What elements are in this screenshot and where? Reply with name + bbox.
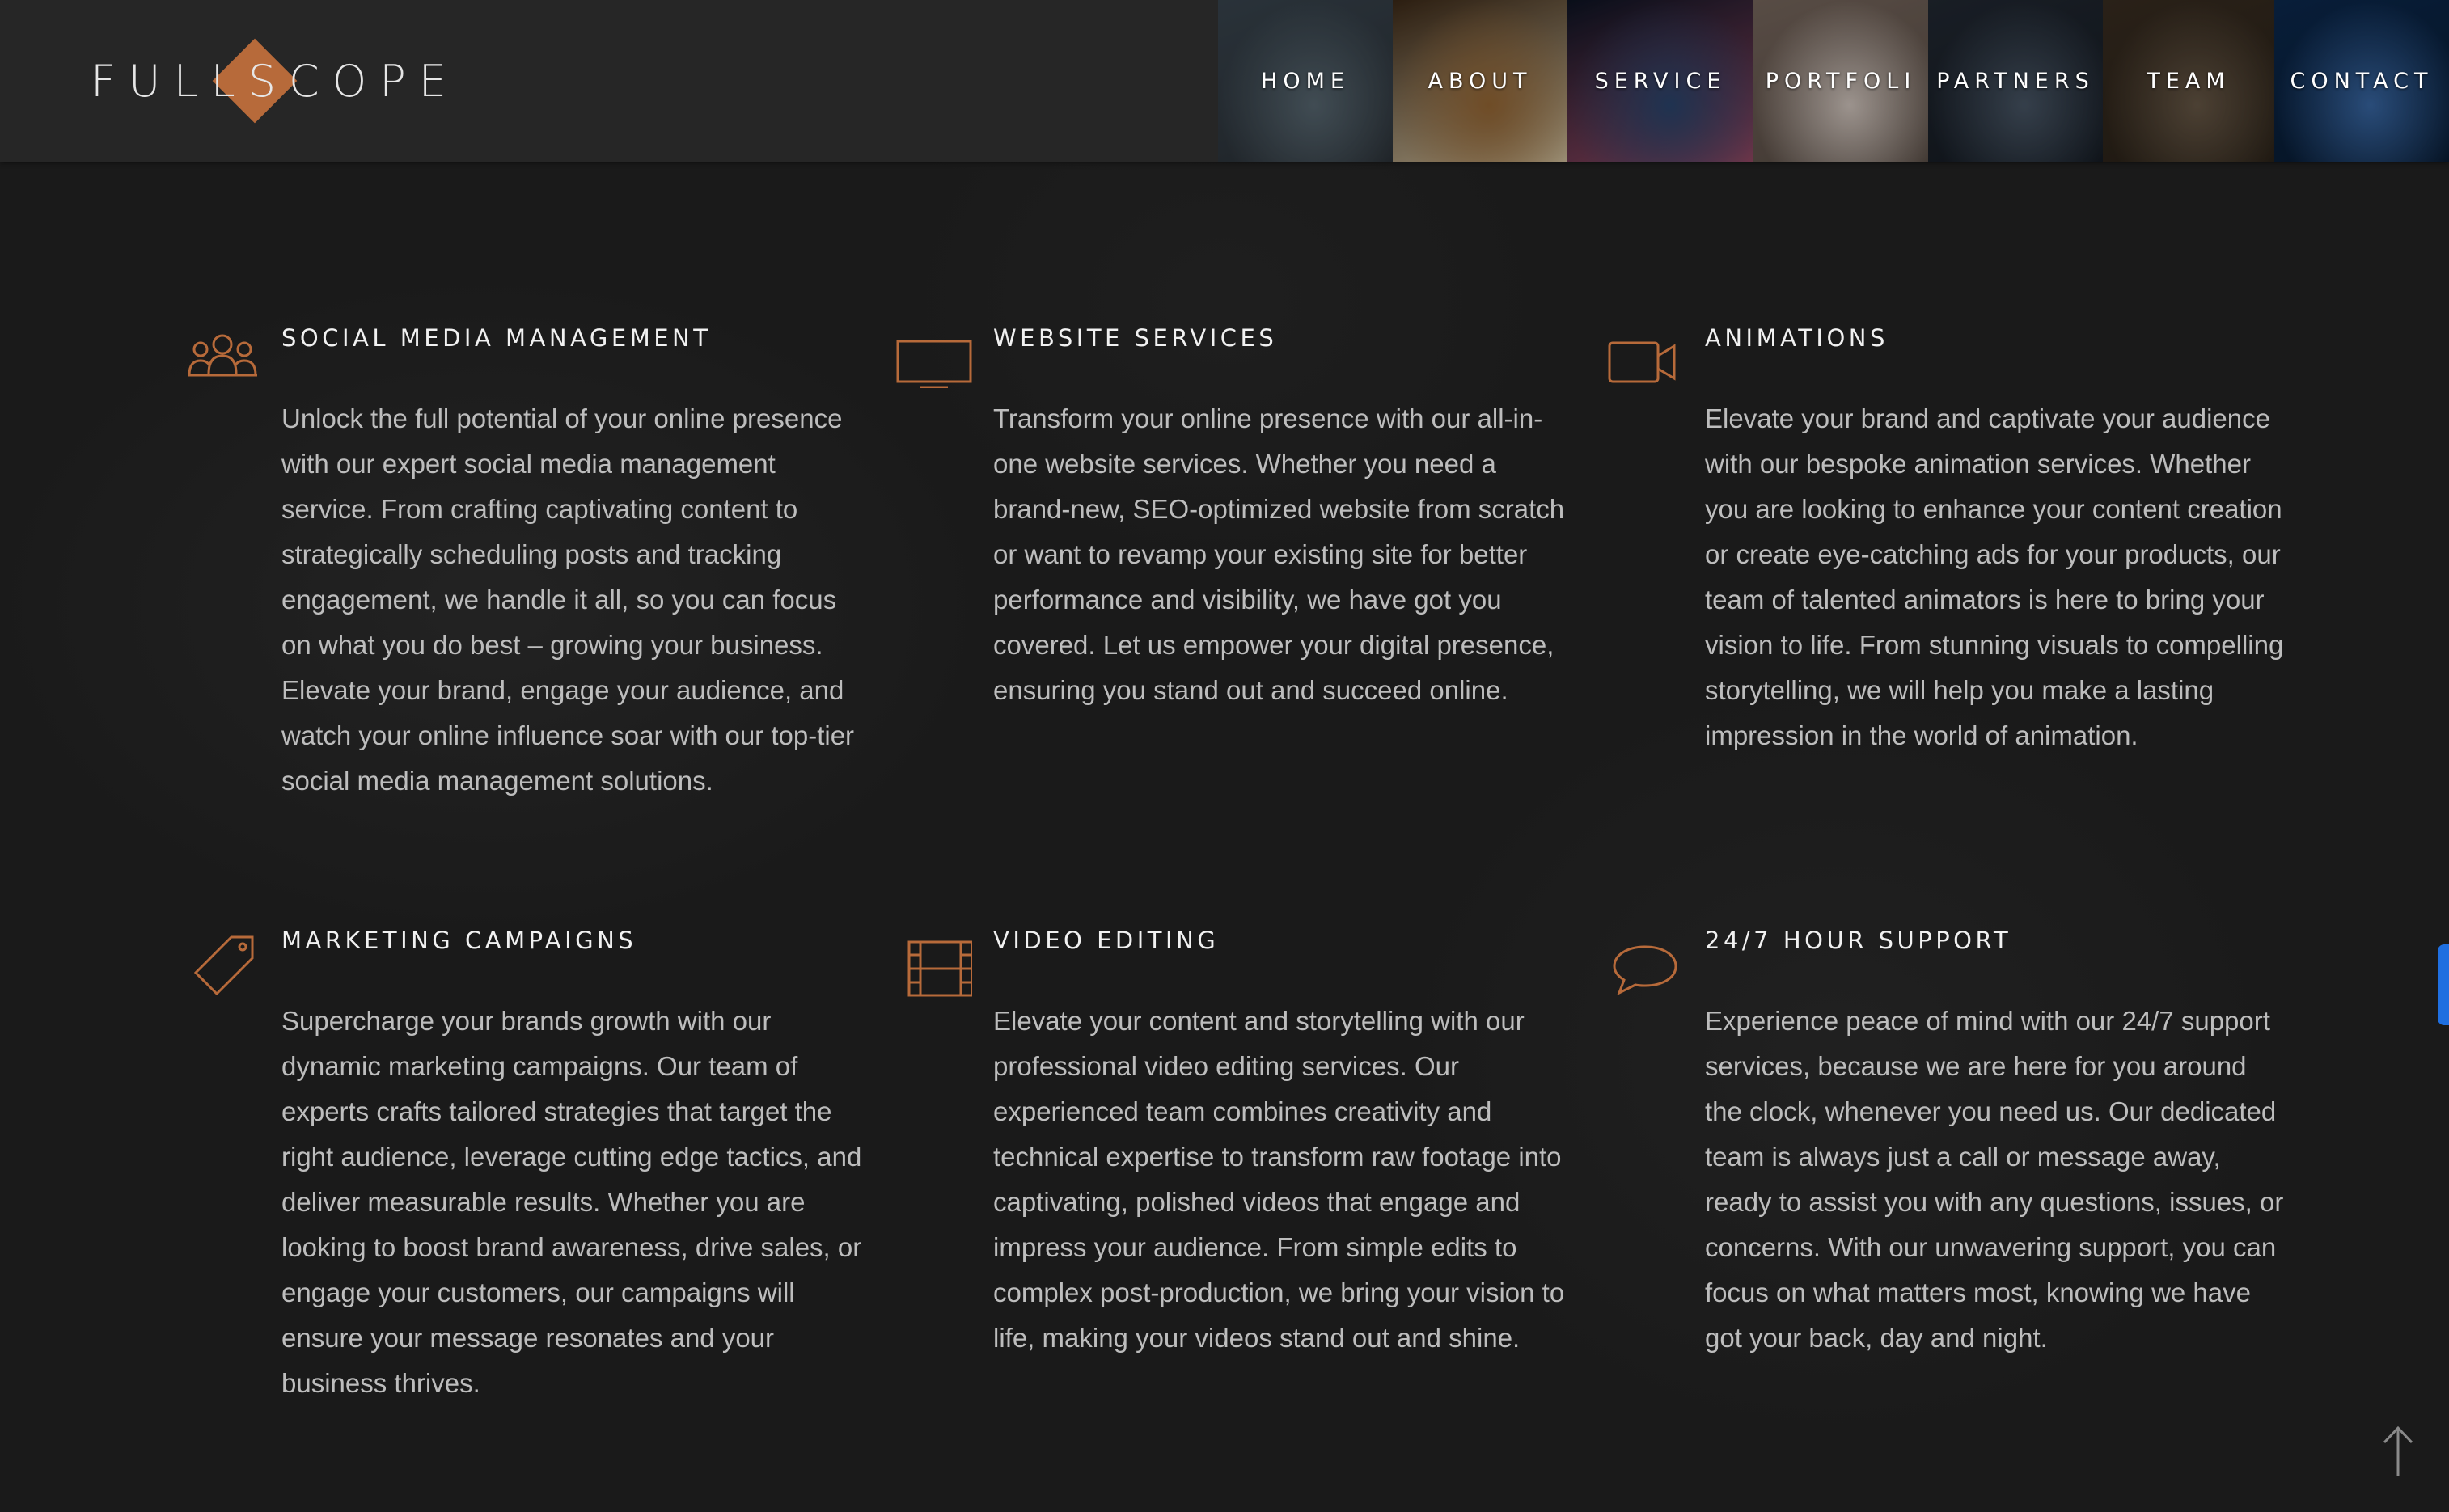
service-social-media: SOCIAL MEDIA MANAGEMENT Unlock the full … [188, 322, 896, 804]
logo-text: FULLSCOPE [91, 55, 459, 107]
service-description: Transform your online presence with our … [993, 403, 1565, 705]
service-description: Experience peace of mind with our 24/7 s… [1705, 1006, 2284, 1353]
people-group-icon [188, 334, 257, 377]
nav-home-label: HOME [1261, 68, 1350, 94]
service-description: Unlock the full potential of your online… [281, 403, 855, 796]
service-title: VIDEO EDITING [993, 927, 1220, 954]
price-tag-icon [193, 935, 254, 996]
scroll-to-top-arrow-icon[interactable] [2378, 1425, 2418, 1478]
nav-partners-label: PARTNERS [1936, 68, 2095, 94]
service-animations: ANIMATIONS Elevate your brand and captiv… [1608, 322, 2320, 758]
nav-service-label: SERVICE [1594, 68, 1727, 94]
nav-team-label: TEAM [2147, 68, 2231, 94]
service-description: Elevate your brand and captivate your au… [1705, 403, 2284, 750]
service-marketing: MARKETING CAMPAIGNS Supercharge your bra… [193, 924, 896, 1406]
site-header: FULLSCOPE HOME ABOUT SERVICE PORTFOLI PA… [0, 0, 2449, 162]
side-feedback-tab[interactable] [2438, 944, 2449, 1025]
nav-portfolio-label: PORTFOLI [1765, 68, 1917, 94]
nav-home[interactable]: HOME [1218, 0, 1393, 162]
service-title: MARKETING CAMPAIGNS [281, 927, 637, 954]
service-description: Supercharge your brands growth with our … [281, 1006, 862, 1398]
nav-portfolio[interactable]: PORTFOLI [1753, 0, 1928, 162]
site-logo[interactable]: FULLSCOPE [91, 38, 459, 124]
main-navigation: HOME ABOUT SERVICE PORTFOLI PARTNERS TEA… [1218, 0, 2449, 162]
nav-about-label: ABOUT [1428, 68, 1533, 94]
service-video-editing: VIDEO EDITING Elevate your content and s… [907, 924, 1608, 1361]
service-website: WEBSITE SERVICES Transform your online p… [896, 322, 1608, 713]
film-strip-icon [907, 940, 972, 997]
service-description: Elevate your content and storytelling wi… [993, 1006, 1565, 1353]
service-support: 24/7 HOUR SUPPORT Experience peace of mi… [1613, 924, 2320, 1361]
nav-contact-label: CONTACT [2290, 68, 2434, 94]
monitor-icon [896, 340, 972, 388]
nav-service[interactable]: SERVICE [1567, 0, 1753, 162]
speech-bubble-icon [1613, 945, 1677, 996]
service-title: WEBSITE SERVICES [993, 324, 1278, 352]
nav-partners[interactable]: PARTNERS [1928, 0, 2103, 162]
service-title: SOCIAL MEDIA MANAGEMENT [281, 324, 712, 352]
nav-team[interactable]: TEAM [2103, 0, 2274, 162]
service-title: 24/7 HOUR SUPPORT [1705, 927, 2012, 954]
video-camera-icon [1608, 341, 1676, 383]
nav-about[interactable]: ABOUT [1393, 0, 1567, 162]
nav-contact[interactable]: CONTACT [2274, 0, 2449, 162]
service-title: ANIMATIONS [1705, 324, 1889, 352]
